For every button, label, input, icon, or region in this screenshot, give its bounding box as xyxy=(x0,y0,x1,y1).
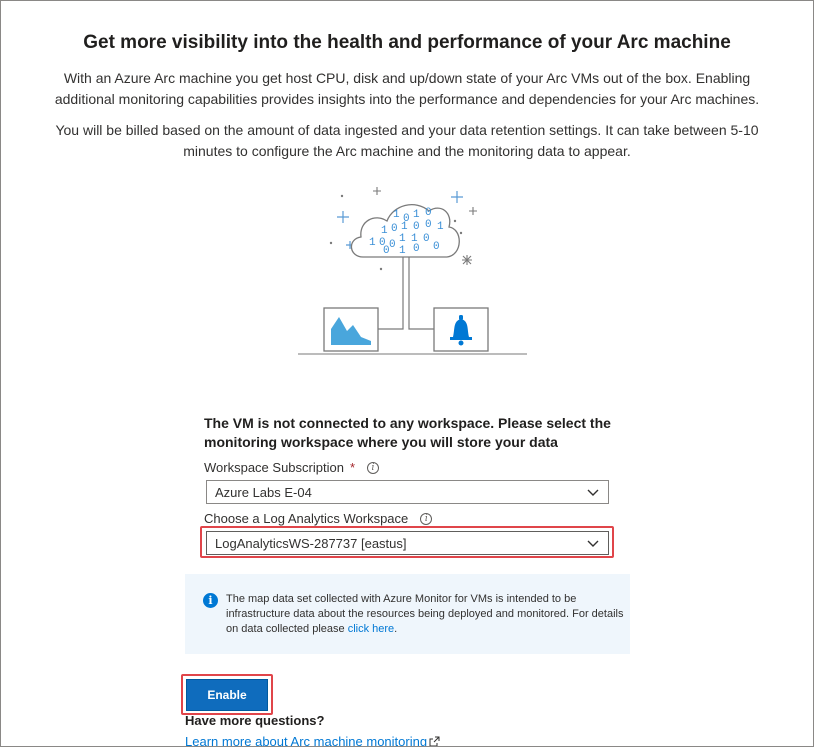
bell-icon xyxy=(433,307,489,352)
monitoring-illustration: 1010 101001 100110 0100 xyxy=(298,187,527,355)
click-here-link[interactable]: click here xyxy=(348,623,394,635)
chevron-down-icon xyxy=(587,489,599,496)
svg-text:1: 1 xyxy=(399,233,406,245)
svg-text:0: 0 xyxy=(413,221,420,233)
svg-text:1: 1 xyxy=(393,209,400,221)
workspace-label: Choose a Log Analytics Workspace i xyxy=(204,511,433,526)
questions-heading: Have more questions? xyxy=(185,713,325,728)
svg-text:1: 1 xyxy=(437,221,444,233)
intro-paragraph-2: You will be billed based on the amount o… xyxy=(55,122,759,159)
enable-button[interactable]: Enable xyxy=(186,679,268,711)
svg-text:1: 1 xyxy=(401,221,408,233)
info-icon[interactable]: i xyxy=(420,512,433,525)
external-link-icon xyxy=(429,736,440,746)
info-icon[interactable]: i xyxy=(367,461,379,474)
svg-text:1: 1 xyxy=(413,209,420,221)
workspace-label-text: Choose a Log Analytics Workspace xyxy=(204,511,409,526)
info-message-text: The map data set collected with Azure Mo… xyxy=(226,592,626,637)
svg-text:1: 1 xyxy=(381,225,388,237)
workspace-form: The VM is not connected to any workspace… xyxy=(204,414,614,452)
subscription-value: Azure Labs E-04 xyxy=(215,484,312,500)
workspace-dropdown[interactable]: LogAnalyticsWS-287737 [eastus] xyxy=(206,531,609,555)
svg-text:0: 0 xyxy=(389,239,396,251)
connector-lines xyxy=(375,257,435,330)
info-message-bar: i The map data set collected with Azure … xyxy=(185,574,630,654)
svg-text:0: 0 xyxy=(423,233,430,245)
learn-more-link[interactable]: Learn more about Arc machine monitoring xyxy=(185,734,440,747)
svg-text:0: 0 xyxy=(383,245,390,257)
chart-icon xyxy=(323,307,379,352)
info-icon: i xyxy=(203,593,218,608)
learn-more-text: Learn more about Arc machine monitoring xyxy=(185,734,428,747)
info-text: The map data set collected with Azure Mo… xyxy=(226,593,624,635)
sparkle-icon xyxy=(451,191,463,203)
subscription-label: Workspace Subscription * i xyxy=(204,460,379,475)
info-suffix: . xyxy=(394,623,398,635)
svg-text:0: 0 xyxy=(425,219,432,231)
subscription-label-text: Workspace Subscription xyxy=(204,460,344,475)
svg-text:0: 0 xyxy=(391,223,398,235)
monitoring-pane: Get more visibility into the health and … xyxy=(0,0,814,747)
intro-paragraph-1: With an Azure Arc machine you get host C… xyxy=(54,70,760,107)
subscription-dropdown[interactable]: Azure Labs E-04 xyxy=(206,480,609,504)
form-title: The VM is not connected to any workspace… xyxy=(204,415,611,450)
page-title: Get more visibility into the health and … xyxy=(83,32,731,53)
svg-text:0: 0 xyxy=(433,241,440,253)
workspace-value: LogAnalyticsWS-287737 [eastus] xyxy=(215,535,407,551)
chevron-down-icon xyxy=(587,540,599,547)
svg-text:0: 0 xyxy=(425,207,432,219)
svg-text:0: 0 xyxy=(413,243,420,255)
svg-text:1: 1 xyxy=(399,245,406,257)
svg-text:1: 1 xyxy=(369,237,376,249)
required-marker: * xyxy=(349,460,355,475)
